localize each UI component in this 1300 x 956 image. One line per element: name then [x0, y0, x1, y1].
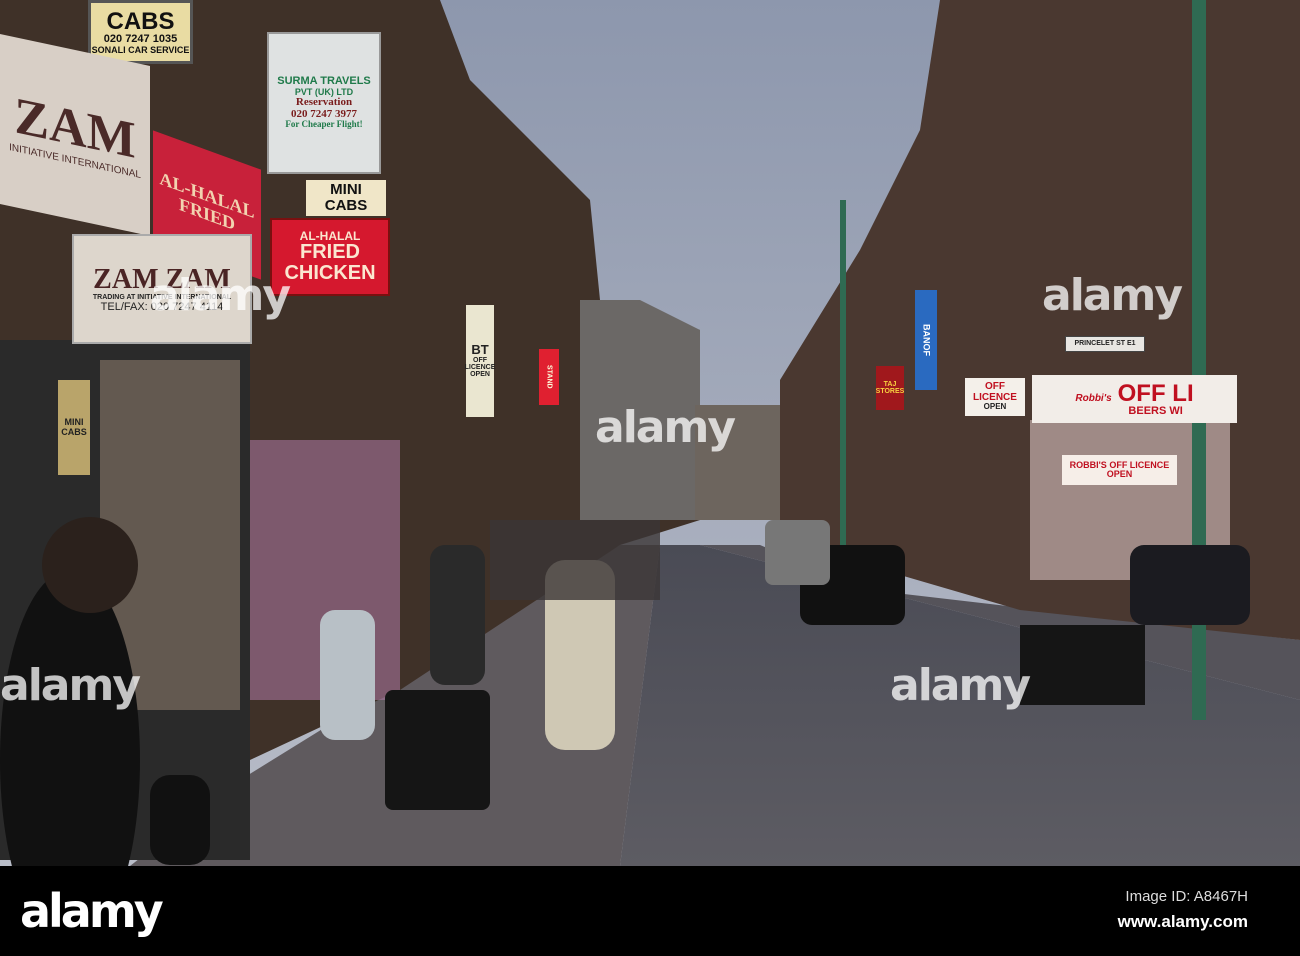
robbis-window-sign: ROBBI'S OFF LICENCE OPEN — [1062, 455, 1177, 485]
mini-cabs-window-sign: MINI CABS — [58, 380, 90, 475]
mini-cabs-line1: MINI — [330, 181, 362, 199]
off-licence-line3: OPEN — [983, 402, 1007, 412]
robbis-brand: Robbi's — [1075, 392, 1112, 404]
bin — [385, 690, 490, 810]
cabs-phone: 020 7247 1035 — [103, 33, 178, 46]
stand-sign: STAND — [539, 349, 559, 405]
banof-text: BANOF — [921, 324, 932, 356]
surma-line2: For Cheaper Flight! — [285, 119, 363, 130]
street-photo: CABS 020 7247 1035 SONALI CAR SERVICE SU… — [0, 0, 1300, 950]
mini-cabs-window-text: MINI CABS — [61, 417, 87, 437]
bt-line1: BT — [471, 342, 489, 358]
image-id: Image ID: A8467H — [1125, 888, 1248, 905]
watermark: alamy — [890, 660, 1031, 711]
taj-stores-sign: TAJ STORES — [876, 366, 904, 410]
stand-text: STAND — [545, 365, 553, 389]
bin-right — [1020, 625, 1145, 705]
robbis-title: OFF LI — [1117, 379, 1194, 407]
surma-travels-sign: SURMA TRAVELS PVT (UK) LTD Reservation 0… — [267, 32, 381, 174]
princelet-street-sign: PRINCELET ST E1 — [1065, 336, 1145, 352]
website-link[interactable]: www.alamy.com — [1118, 912, 1248, 932]
car-far — [765, 520, 830, 585]
footer-bar: alamy Image ID: A8467H www.alamy.com — [0, 866, 1300, 956]
person-head — [42, 517, 138, 613]
alamy-logo: alamy — [20, 884, 164, 938]
person-vest — [430, 545, 485, 685]
robbis-off-licence-sign: Robbi's OFF LI BEERS WI — [1032, 375, 1237, 423]
car-right — [1130, 545, 1250, 625]
bt-off-licence-sign: BT OFF LICENCE OPEN — [464, 305, 496, 417]
lamp-post-mid — [840, 200, 846, 560]
banof-sign: BANOF — [915, 290, 937, 390]
mini-cabs-sign: MINI CABS — [306, 180, 386, 216]
cabs-sign: CABS 020 7247 1035 SONALI CAR SERVICE — [88, 0, 193, 64]
princelet-text: PRINCELET ST E1 — [1074, 340, 1136, 348]
watermark: alamy — [595, 402, 736, 453]
fried-chicken-line3: CHICKEN — [284, 262, 376, 285]
bt-line2: OFF LICENCE OPEN — [464, 356, 496, 379]
zam-awning-sign: ZAM INITIATIVE INTERNATIONAL — [0, 34, 150, 236]
cabs-title: CABS — [106, 7, 175, 35]
al-halal-awning-title: AL-HALAL FRIED — [159, 167, 255, 235]
crowd — [490, 520, 660, 600]
mini-cabs-line2: CABS — [324, 197, 368, 214]
stock-photo-page: CABS 020 7247 1035 SONALI CAR SERVICE SU… — [0, 0, 1300, 956]
watermark: alamy — [150, 270, 291, 321]
robbis-sub: BEERS WI — [1128, 404, 1183, 417]
fried-chicken-line2: FRIED — [300, 241, 360, 264]
robbis-text-group: OFF LI BEERS WI — [1117, 379, 1194, 418]
off-licence-open-sign: OFF LICENCE OPEN — [965, 378, 1025, 416]
watermark: alamy — [1042, 270, 1183, 321]
bollard — [150, 775, 210, 865]
child-bike — [320, 610, 375, 740]
watermark: alamy — [0, 660, 141, 711]
taj-text: TAJ STORES — [875, 380, 905, 395]
cabs-sub: SONALI CAR SERVICE — [91, 44, 190, 55]
robbis-window-text: ROBBI'S OFF LICENCE OPEN — [1069, 459, 1170, 479]
